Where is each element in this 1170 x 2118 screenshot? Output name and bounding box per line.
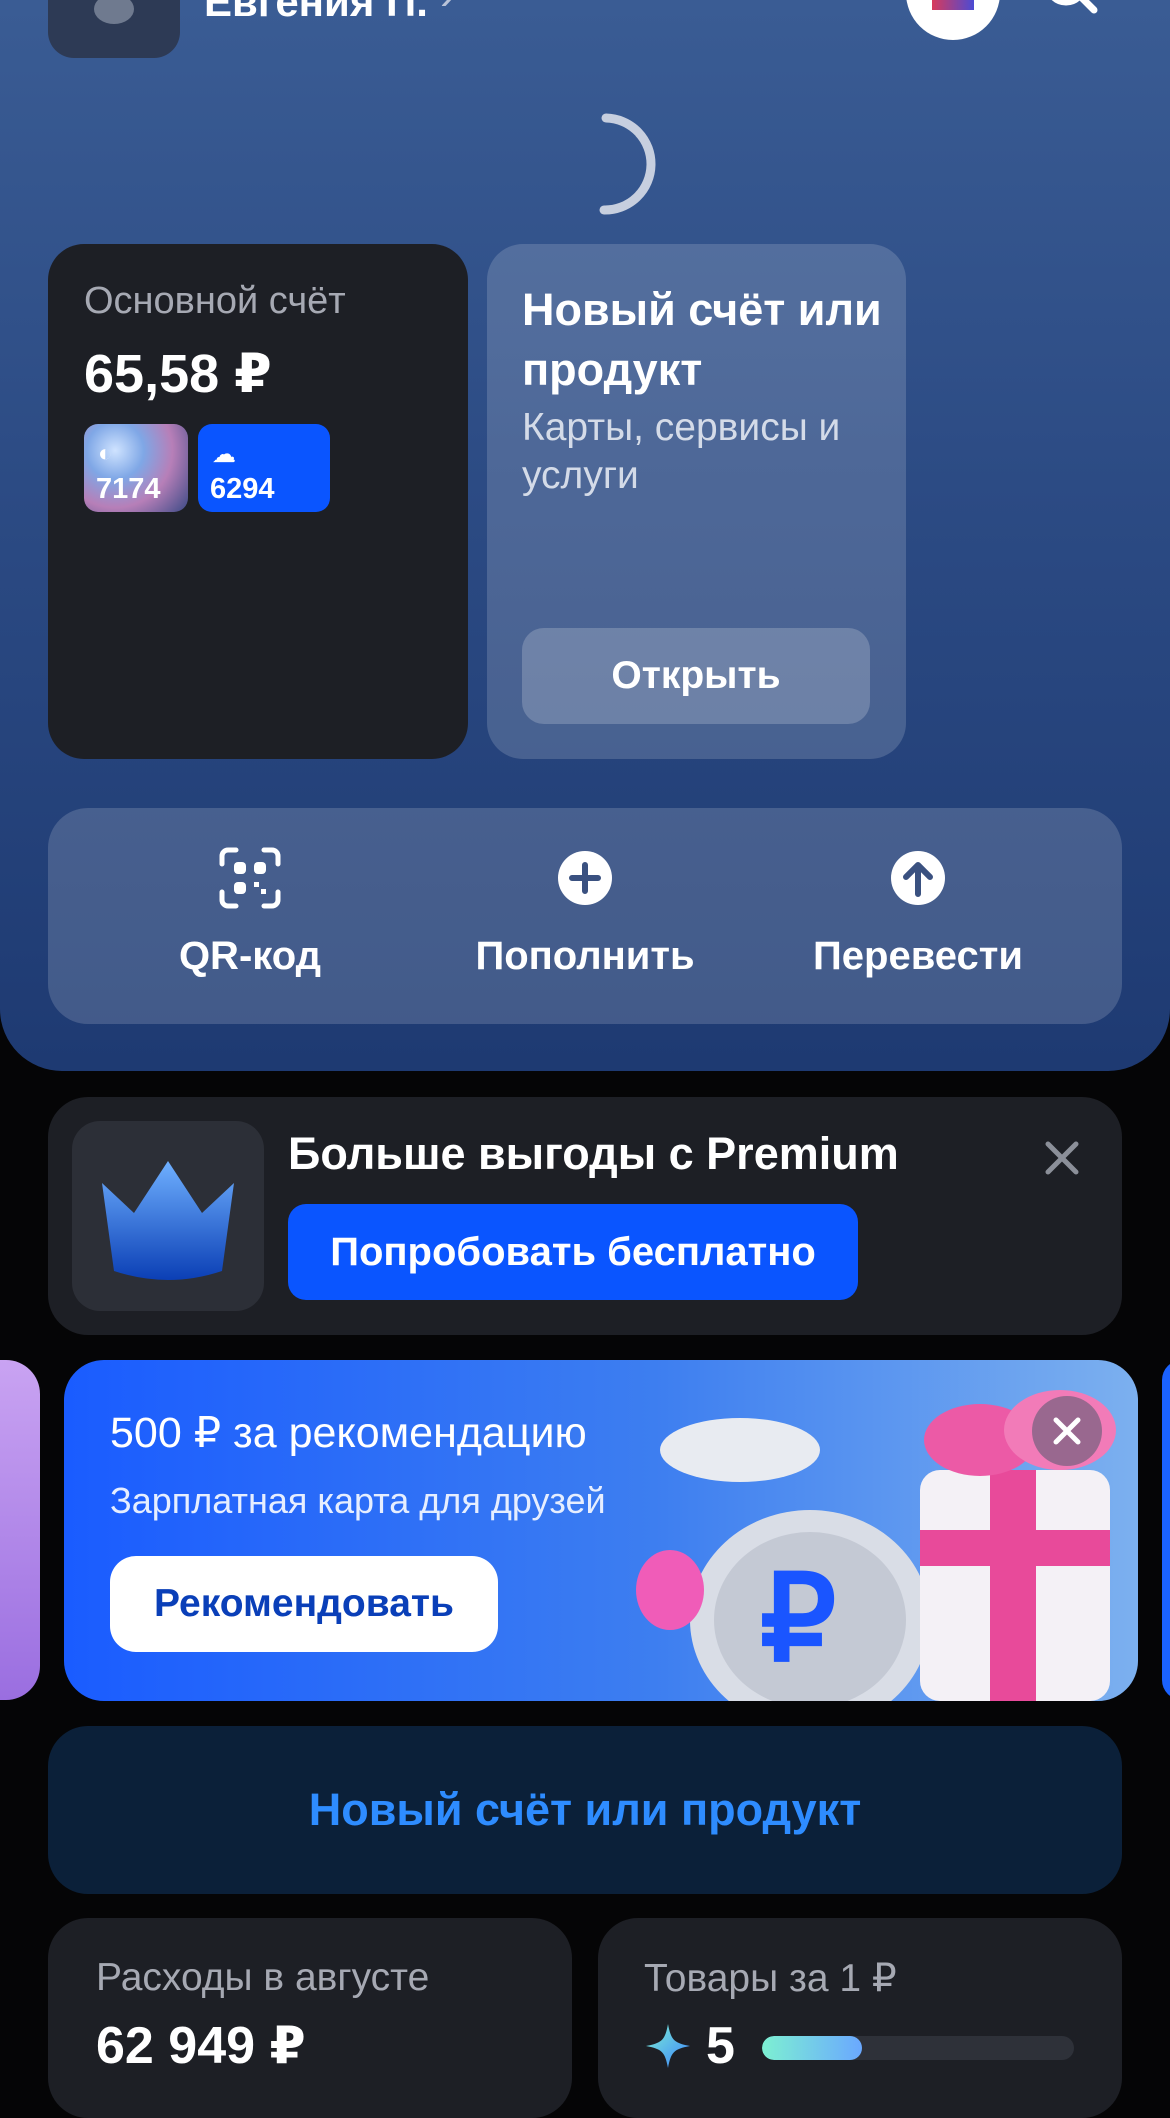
loading-spinner-icon [599, 113, 656, 215]
qr-code-action[interactable]: QR-код [100, 808, 400, 1024]
arrow-up-circle-icon [891, 851, 945, 905]
goods-progress-bar [762, 2036, 1074, 2060]
svg-text:₽: ₽ [760, 1552, 836, 1686]
action-label: Пополнить [475, 934, 695, 978]
card-number: 7174 [96, 473, 161, 505]
card-art-icon: ◐ [98, 440, 113, 467]
spending-title: Расходы в августе [96, 1956, 430, 1999]
search-icon[interactable] [1040, 0, 1100, 24]
action-label: QR-код [178, 934, 322, 978]
premium-image [72, 1121, 264, 1311]
transfer-action[interactable]: Перевести [768, 808, 1068, 1024]
recommend-button[interactable]: Рекомендовать [110, 1556, 498, 1652]
new-product-subtitle: Карты, сервисы и услуги [522, 406, 841, 497]
carousel-next-card[interactable] [1162, 1360, 1170, 1700]
close-icon[interactable] [1040, 1136, 1084, 1180]
top-up-action[interactable]: Пополнить [435, 808, 735, 1024]
goods-tile[interactable] [598, 1918, 1122, 2118]
crown-icon [102, 1161, 234, 1280]
try-free-button[interactable]: Попробовать бесплатно [288, 1204, 858, 1300]
account-title: Основной счёт [84, 280, 346, 322]
carousel-prev-card[interactable] [0, 1360, 40, 1700]
chevron-right-icon: › [440, 0, 455, 20]
quick-actions-panel: QR-код Пополнить Перевести [48, 808, 1122, 1024]
referral-subtitle: Зарплатная карта для друзей [110, 1480, 606, 1521]
action-label: Перевести [813, 934, 1023, 978]
avatar-silhouette-icon [94, 0, 134, 24]
plus-circle-icon [558, 851, 612, 905]
card-number: 6294 [210, 473, 275, 505]
close-icon[interactable] [1032, 1396, 1102, 1466]
cloud-icon: ☁ [212, 441, 236, 468]
referral-title: 500 ₽ за рекомендацию [110, 1409, 587, 1457]
premium-title: Больше выгоды с Premium [288, 1128, 899, 1179]
goods-progress-fill [762, 2036, 862, 2060]
sparkle-icon [646, 2024, 690, 2068]
user-name[interactable]: Евгения П. [204, 0, 428, 26]
qr-scan-icon [219, 847, 281, 909]
new-account-button[interactable]: Новый счёт или продукт [48, 1726, 1122, 1894]
goods-title: Товары за 1 ₽ [644, 1957, 897, 2000]
card-thumbnail[interactable]: ◐ 7174 [84, 424, 188, 512]
card-thumbnail[interactable]: ☁ 6294 [198, 424, 330, 512]
goods-count: 5 [706, 2017, 735, 2075]
open-button[interactable]: Открыть [522, 628, 870, 724]
spending-value: 62 949 ₽ [96, 2017, 306, 2075]
new-product-title: Новый счёт или продукт [522, 284, 882, 395]
account-balance: 65,58 ₽ [84, 344, 272, 404]
gift-icon [932, 0, 974, 10]
avatar[interactable] [48, 0, 180, 58]
